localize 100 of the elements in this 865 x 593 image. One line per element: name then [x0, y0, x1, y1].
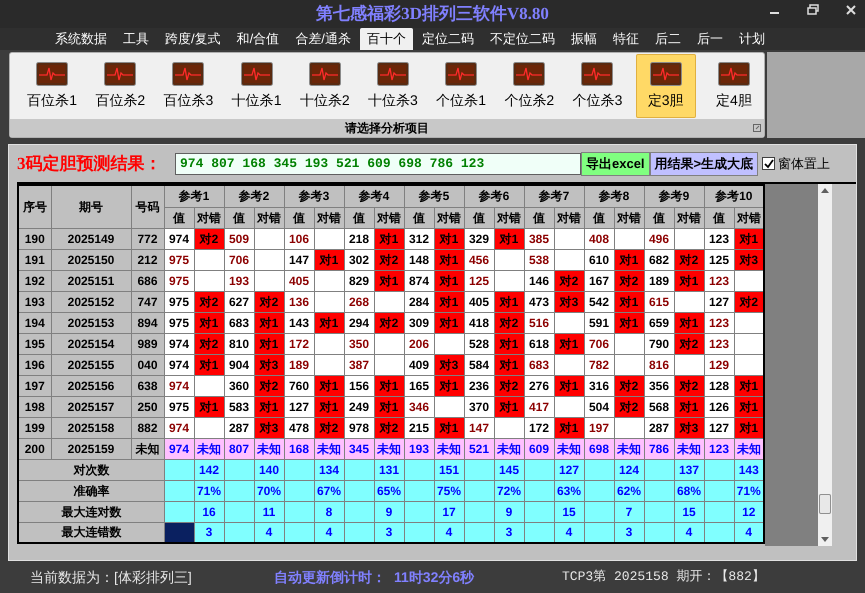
- table-cell: [494, 249, 524, 270]
- topmost-checkbox[interactable]: [762, 157, 776, 170]
- menu-tab[interactable]: 振幅: [564, 28, 604, 50]
- scroll-up-icon[interactable]: [821, 188, 830, 193]
- expand-icon[interactable]: [753, 124, 761, 132]
- ribbon-button[interactable]: 百位杀1: [22, 54, 82, 118]
- table-cell: [674, 228, 704, 249]
- table-cell: 未知: [131, 438, 164, 459]
- table-cell: 对1: [254, 312, 284, 333]
- table-cell: 9: [374, 501, 404, 522]
- ribbon-button[interactable]: 定3胆: [636, 54, 696, 118]
- table-cell[interactable]: [164, 459, 194, 480]
- ribbon-button[interactable]: 定4胆: [704, 54, 764, 118]
- table-cell: 对1: [554, 333, 584, 354]
- close-icon[interactable]: [845, 4, 857, 16]
- menu-tab[interactable]: 后二: [648, 28, 688, 50]
- table-cell: 405: [464, 291, 494, 312]
- table-cell: 62%: [614, 480, 644, 501]
- table-cell: 对1: [494, 228, 524, 249]
- table-cell: 218: [344, 228, 374, 249]
- table-cell: 172: [524, 417, 554, 438]
- ribbon-button[interactable]: 百位杀3: [158, 54, 219, 118]
- menu-tab[interactable]: 和/合值: [230, 28, 286, 50]
- table-cell: 9: [494, 501, 524, 522]
- table-cell: 193: [18, 291, 51, 312]
- table-cell: 199: [18, 417, 51, 438]
- table-cell: 131: [374, 459, 404, 480]
- table-cell: 509: [224, 228, 254, 249]
- table-cell: 对1: [194, 312, 224, 333]
- table-cell: 对2: [254, 291, 284, 312]
- ribbon-button[interactable]: 个位杀1: [431, 54, 492, 118]
- menu-tab[interactable]: 不定位二码: [482, 28, 562, 50]
- column-header: 值: [284, 207, 314, 228]
- table-cell: 最大连对数: [18, 501, 164, 522]
- menu-tab[interactable]: 百十个: [360, 28, 413, 50]
- menu-tab[interactable]: 跨度/复式: [158, 28, 228, 50]
- menu-tab[interactable]: 特征: [606, 28, 646, 50]
- ribbon-button[interactable]: 百位杀2: [90, 54, 150, 118]
- result-field[interactable]: 974 807 168 345 193 521 609 698 786 123: [175, 152, 581, 174]
- heartbeat-monitor-icon: [172, 62, 204, 86]
- table-cell: 168: [284, 438, 314, 459]
- table-cell: 对1: [374, 396, 404, 417]
- table-cell: 409: [404, 354, 434, 375]
- scroll-thumb[interactable]: [819, 494, 832, 514]
- ribbon-button[interactable]: 十位杀2: [294, 54, 355, 118]
- table-cell: 4: [674, 522, 704, 543]
- table-cell[interactable]: [164, 522, 194, 543]
- table-cell: [614, 333, 644, 354]
- table-cell: [194, 417, 224, 438]
- table-cell: 312: [404, 228, 434, 249]
- column-header: 值: [584, 207, 614, 228]
- menu-tab[interactable]: 后一: [690, 28, 730, 50]
- ribbon-button[interactable]: 个位杀3: [567, 54, 628, 118]
- menu-tab[interactable]: 定位二码: [414, 28, 481, 50]
- scrollbar[interactable]: [818, 184, 832, 546]
- table-cell: 对2: [614, 396, 644, 417]
- table-cell: 284: [404, 291, 434, 312]
- table-cell: 146: [524, 270, 554, 291]
- table-cell: 287: [644, 417, 674, 438]
- table-cell: 2025149: [51, 228, 131, 249]
- table-cell: 对1: [434, 375, 464, 396]
- table-cell: 127: [284, 396, 314, 417]
- table-cell: 对1: [434, 312, 464, 333]
- table-cell: 810: [224, 333, 254, 354]
- table-cell: 193: [404, 438, 434, 459]
- export-button[interactable]: 导出excel: [581, 152, 650, 176]
- column-header: 值: [224, 207, 254, 228]
- menu-tab[interactable]: 合差/通杀: [288, 28, 358, 50]
- table-cell: 对2: [194, 291, 224, 312]
- table-cell: 706: [224, 249, 254, 270]
- ribbon-button[interactable]: 个位杀2: [499, 54, 560, 118]
- table-cell: 未知: [254, 438, 284, 459]
- table-cell: 4: [434, 522, 464, 543]
- menu-tab[interactable]: 系统数据: [48, 28, 114, 50]
- ribbon-button[interactable]: 十位杀3: [362, 54, 424, 118]
- table-cell: [194, 270, 224, 291]
- group-header: 参考6: [464, 185, 524, 207]
- table-cell[interactable]: [164, 501, 194, 522]
- scroll-down-icon[interactable]: [821, 537, 830, 542]
- generate-button[interactable]: 用结果>生成大底: [650, 152, 758, 176]
- table-cell: 516: [524, 312, 554, 333]
- ribbon-button[interactable]: 十位杀1: [226, 54, 287, 118]
- table-cell[interactable]: [164, 480, 194, 501]
- table-cell: 对1: [494, 291, 524, 312]
- restore-icon[interactable]: [807, 4, 819, 16]
- table-cell: 190: [18, 228, 51, 249]
- table-cell: 17: [434, 501, 464, 522]
- menu-tab[interactable]: 工具: [116, 28, 156, 50]
- table-cell: 747: [131, 291, 164, 312]
- table-cell: 874: [404, 270, 434, 291]
- table-cell: 对2: [194, 333, 224, 354]
- column-header: 对错: [374, 207, 404, 228]
- table-cell: 16: [194, 501, 224, 522]
- table-cell: 对2: [374, 417, 404, 438]
- menu-tab[interactable]: 计划: [732, 28, 772, 50]
- table-cell: [314, 228, 344, 249]
- table-cell: 106: [284, 228, 314, 249]
- table-cell: 8: [314, 501, 344, 522]
- table-cell: [734, 270, 764, 291]
- table-cell: 未知: [734, 438, 764, 459]
